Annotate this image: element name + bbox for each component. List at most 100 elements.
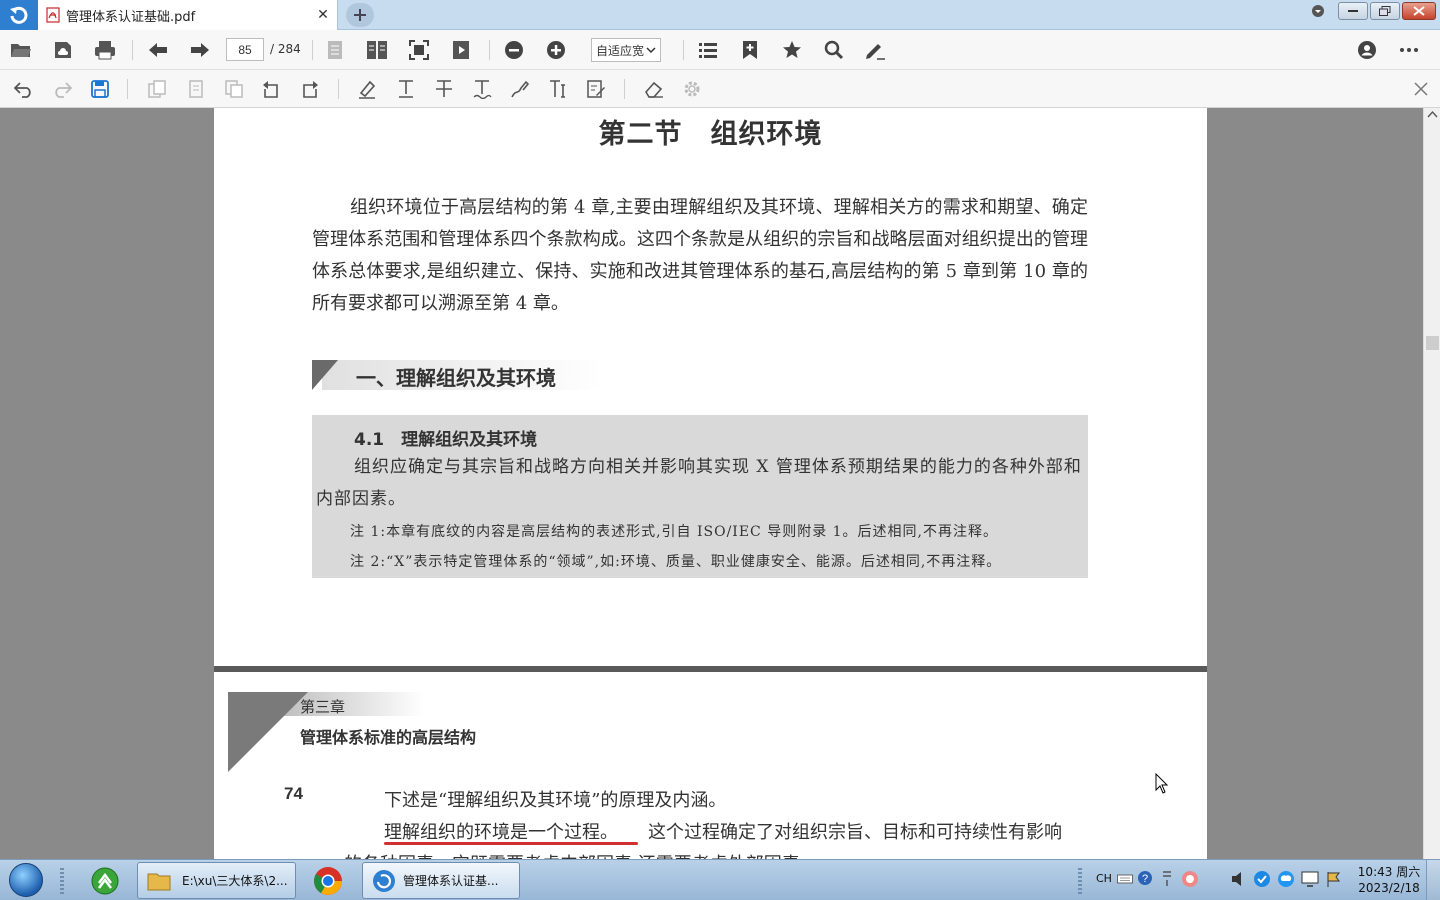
pdf-reader-icon (373, 869, 395, 892)
highlight-icon[interactable] (354, 76, 380, 102)
app-logo-icon[interactable] (0, 0, 38, 30)
document-tab[interactable]: 管理体系认证基础.pdf ✕ (38, 0, 338, 30)
undo-icon[interactable] (11, 76, 37, 102)
toolbar-separator (338, 79, 339, 99)
taskbar-explorer-label: E:\xu\三大体系\2... (182, 874, 288, 888)
tab-close-icon[interactable]: ✕ (313, 5, 333, 25)
add-bookmark-icon[interactable] (737, 37, 763, 63)
minimize-button[interactable] (1338, 2, 1368, 20)
zoom-select[interactable]: 自适应宽 (591, 38, 661, 62)
document-viewer[interactable]: 第二节 组织环境 组织环境位于高层结构的第 4 章,主要由理解组织及其环境、理解… (0, 108, 1440, 859)
pdf-file-icon (46, 7, 60, 23)
rotate-right-icon[interactable] (297, 76, 323, 102)
sign-pen-icon[interactable] (862, 37, 888, 63)
display-icon[interactable] (1301, 871, 1319, 890)
new-tab-button[interactable] (346, 3, 374, 27)
windows-orb-icon (9, 863, 43, 897)
section-title: 第二节 组织环境 (598, 119, 823, 150)
back-arrow-icon[interactable] (145, 37, 171, 63)
taskbar: E:\xu\三大体系\2... 管理体系认证基... CH ? 10:43 周六… (0, 859, 1440, 900)
standard-clause-box: 4.1 理解组织及其环境 组织应确定与其宗旨和战略方向相关并影响其实现 X 管理… (312, 415, 1088, 578)
svg-text:?: ? (1142, 873, 1148, 885)
cloud-save-icon[interactable] (50, 37, 76, 63)
freehand-pen-icon[interactable] (507, 76, 533, 102)
redo-icon[interactable] (49, 76, 75, 102)
taskbar-pdf-label: 管理体系认证基... (403, 874, 499, 888)
red-ink-underline (384, 842, 638, 845)
account-icon[interactable] (1354, 37, 1380, 63)
toolbar-separator (683, 40, 684, 60)
heading-understanding-organization: 一、理解组织及其环境 (356, 366, 556, 390)
network-tray-icon[interactable] (1161, 870, 1173, 891)
zoom-in-icon[interactable] (543, 37, 569, 63)
taskbar-explorer-window[interactable]: E:\xu\三大体系\2... (137, 862, 296, 899)
presentation-icon[interactable] (448, 37, 474, 63)
text-box-icon[interactable] (545, 76, 571, 102)
strikethrough-icon[interactable] (431, 76, 457, 102)
body-line-2: 这个过程确定了对组织宗旨、目标和可持续性有影响 (648, 822, 1062, 843)
close-window-button[interactable] (1402, 2, 1436, 20)
edit-note-icon[interactable] (583, 76, 609, 102)
pdf-page: 第三章 管理体系标准的高层结构 74 下述是“理解组织及其环境”的原理及内涵。 … (214, 672, 1207, 859)
underline-text-icon[interactable] (393, 76, 419, 102)
eraser-icon[interactable] (641, 76, 667, 102)
print-icon[interactable] (92, 37, 118, 63)
pdf-page: 第二节 组织环境 组织环境位于高层结构的第 4 章,主要由理解组织及其环境、理解… (214, 108, 1207, 666)
action-center-flag-icon[interactable] (1325, 870, 1343, 891)
restore-button[interactable] (1370, 2, 1400, 20)
taskbar-grip[interactable] (60, 868, 64, 894)
taskbar-pdf-window[interactable]: 管理体系认证基... (362, 862, 520, 899)
copy-page-icon[interactable] (144, 76, 170, 102)
intro-paragraph: 组织环境位于高层结构的第 4 章,主要由理解组织及其环境、理解相关方的需求和期望… (312, 197, 1088, 314)
clock-time: 10:43 周六 (1357, 865, 1421, 879)
system-clock[interactable]: 10:43 周六 2023/2/18 (1356, 864, 1422, 896)
toolbar-separator (132, 40, 133, 60)
show-desktop-button[interactable] (1426, 860, 1440, 900)
folder-icon (147, 873, 171, 890)
rotate-left-icon[interactable] (258, 76, 284, 102)
clause-title: 4.1 理解组织及其环境 (354, 430, 538, 450)
chevron-down-icon (646, 47, 656, 54)
cloud-sync-icon[interactable] (1277, 870, 1295, 891)
close-toolbar-icon[interactable] (1408, 76, 1434, 102)
zoom-out-icon[interactable] (501, 37, 527, 63)
body-line-1: 下述是“理解组织及其环境”的原理及内涵。 (384, 790, 727, 811)
scroll-up-icon[interactable] (1427, 110, 1438, 120)
clause-note-1: 注 1:本章有底纹的内容是高层结构的表述形式,引自 ISO/IEC 导则附录 1… (350, 524, 999, 540)
single-page-icon[interactable] (322, 37, 348, 63)
outline-list-icon[interactable] (695, 37, 721, 63)
search-icon[interactable] (821, 37, 847, 63)
toolbar-separator (127, 79, 128, 99)
extract-page-icon[interactable] (183, 76, 209, 102)
double-page-icon[interactable] (364, 37, 390, 63)
volume-icon[interactable] (1231, 871, 1245, 890)
app-tray-icon[interactable] (1181, 870, 1199, 891)
chrome-icon[interactable] (308, 862, 348, 899)
scroll-thumb[interactable] (1426, 336, 1439, 350)
help-icon[interactable]: ? (1137, 870, 1153, 889)
tray-grip[interactable] (1078, 868, 1082, 894)
more-options-icon[interactable] (1396, 37, 1422, 63)
forward-arrow-icon[interactable] (187, 37, 213, 63)
save-icon[interactable] (87, 76, 113, 102)
duplicate-page-icon[interactable] (221, 76, 247, 102)
chapter-label: 第三章 (300, 698, 346, 716)
security-tray-icon[interactable] (1253, 870, 1271, 891)
favorite-star-icon[interactable] (779, 37, 805, 63)
page-number: 74 (284, 784, 303, 803)
start-button[interactable] (4, 862, 48, 898)
plus-icon (354, 9, 366, 21)
edit-toolbar (0, 70, 1440, 108)
vertical-scrollbar[interactable] (1423, 108, 1440, 859)
fit-page-icon[interactable] (406, 37, 432, 63)
keyboard-icon[interactable] (1117, 873, 1133, 888)
page-number-input[interactable] (226, 38, 264, 61)
open-folder-icon[interactable] (8, 37, 34, 63)
skin-icon[interactable] (1308, 2, 1328, 20)
squiggly-text-icon[interactable] (469, 76, 495, 102)
settings-gear-icon[interactable] (679, 76, 705, 102)
toolbar-separator (312, 40, 313, 60)
input-language-indicator[interactable]: CH (1096, 872, 1112, 885)
clock-date: 2023/2/18 (1358, 881, 1420, 895)
update-app-icon[interactable] (85, 862, 125, 899)
